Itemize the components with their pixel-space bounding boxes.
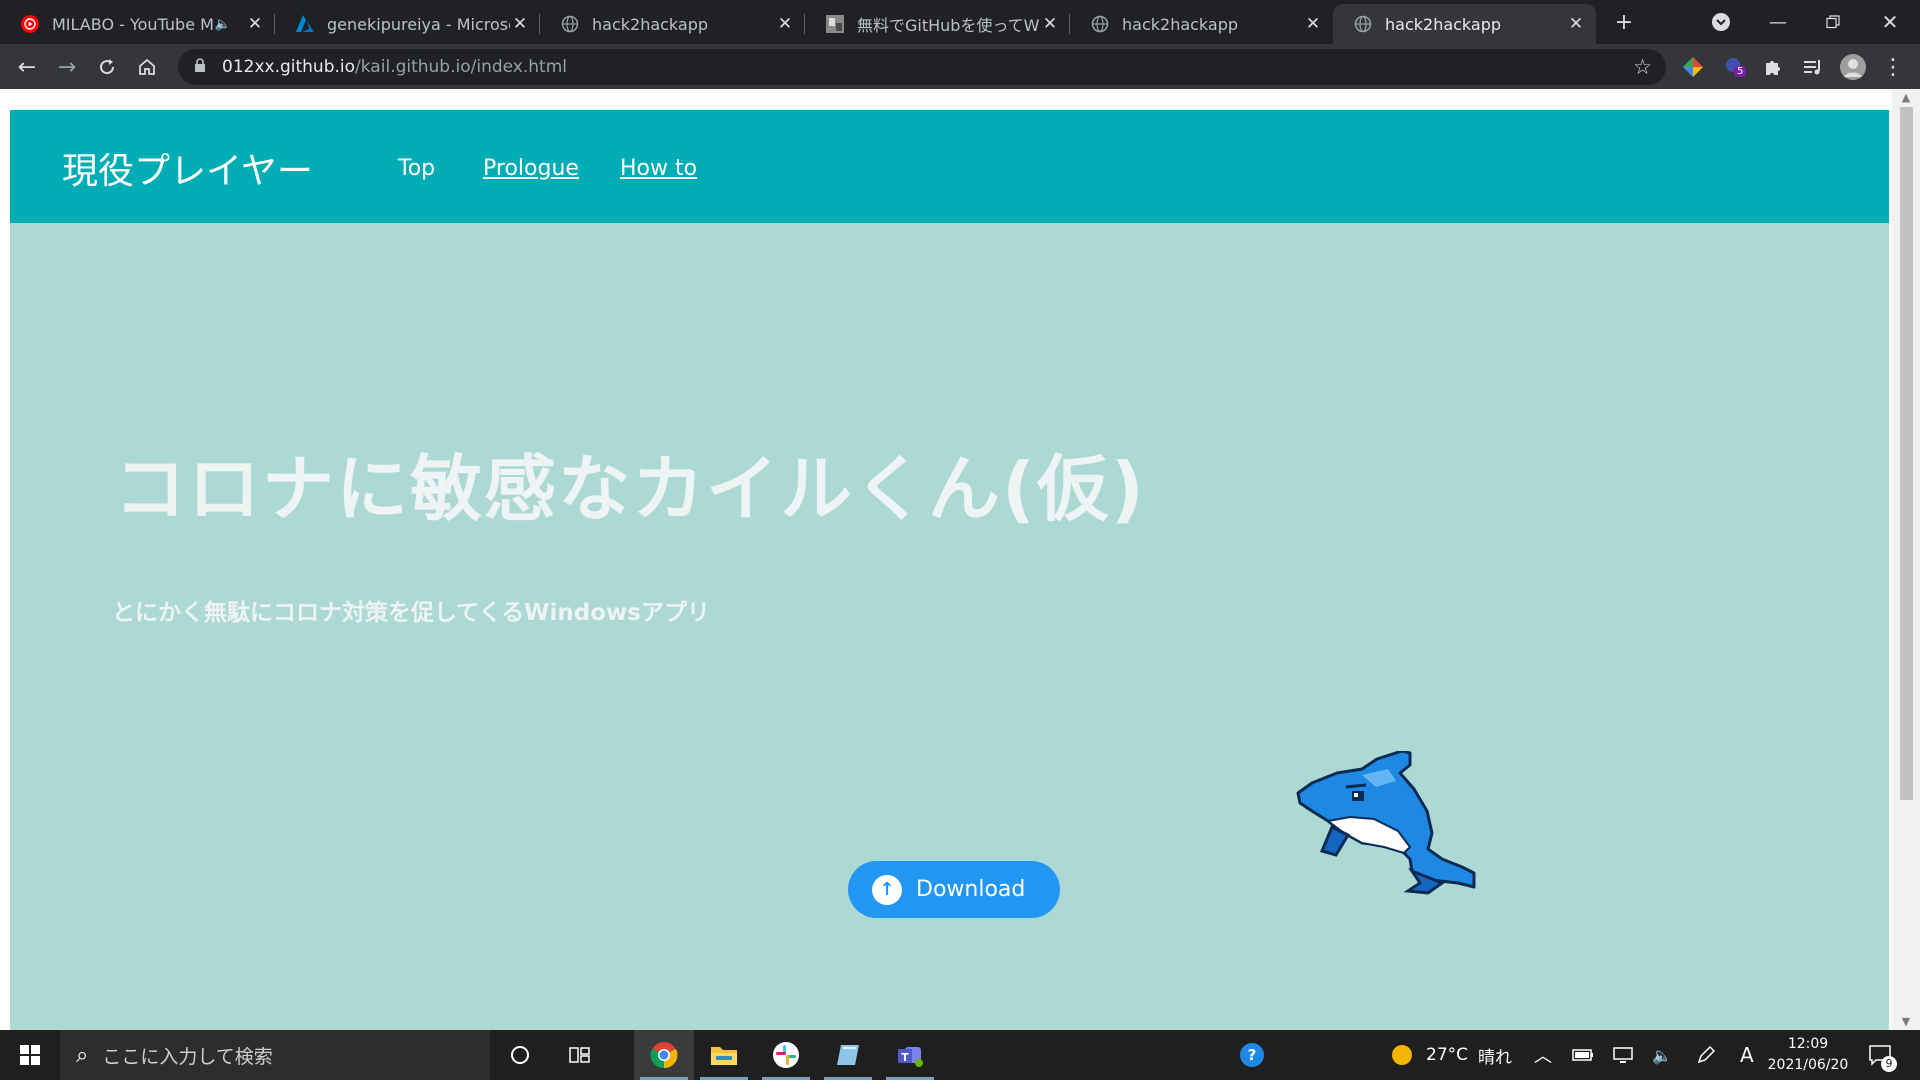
close-tab-icon[interactable]: ✕ bbox=[1303, 14, 1323, 34]
windows-taskbar: ⌕ ここに入力して検索 T ? 27°C 晴れ ︿ 🔈 A 12:09 2021… bbox=[0, 1030, 1920, 1080]
page-body: 現役プレイヤー Top Prologue How to コロナに敏感なカイルくん… bbox=[10, 110, 1889, 1030]
pen-icon[interactable] bbox=[1696, 1030, 1716, 1080]
weather-temperature: 27°C bbox=[1426, 1045, 1469, 1065]
network-icon[interactable] bbox=[1612, 1030, 1634, 1080]
tab-hack2hackapp-1[interactable]: hack2hackapp ✕ bbox=[540, 4, 805, 44]
thumbnail-icon bbox=[825, 14, 845, 34]
browser-toolbar: ← → 012xx.github.io/kail.github.io/index… bbox=[0, 44, 1920, 89]
nav-link-prologue[interactable]: Prologue bbox=[483, 156, 579, 181]
svg-text:T: T bbox=[901, 1051, 909, 1064]
svg-text:?: ? bbox=[1248, 1046, 1257, 1064]
tab-title: MILABO - YouTube Music bbox=[52, 14, 215, 34]
clock-time: 12:09 bbox=[1787, 1036, 1829, 1052]
dolphin-mascot-icon bbox=[1296, 751, 1476, 895]
weather-condition: 晴れ bbox=[1478, 1047, 1513, 1068]
download-label: Download bbox=[916, 877, 1026, 902]
site-brand[interactable]: 現役プレイヤー bbox=[62, 142, 313, 194]
task-view-icon[interactable] bbox=[550, 1030, 610, 1080]
tab-search-icon[interactable] bbox=[1703, 6, 1739, 38]
extension-badge-icon[interactable]: 5 bbox=[1722, 54, 1748, 80]
globe-icon bbox=[560, 14, 580, 34]
close-tab-icon[interactable]: ✕ bbox=[1040, 14, 1060, 34]
tab-azure[interactable]: genekipureiya - Microsoft Azure ✕ bbox=[275, 4, 540, 44]
tab-title: hack2hackapp bbox=[1385, 14, 1502, 34]
page-viewport: 現役プレイヤー Top Prologue How to コロナに敏感なカイルくん… bbox=[0, 89, 1920, 1030]
download-button[interactable]: ↑ Download bbox=[848, 861, 1060, 918]
tab-hack2hackapp-2[interactable]: hack2hackapp ✕ bbox=[1070, 4, 1333, 44]
tab-youtube-music[interactable]: MILABO - YouTube Music 🔈 ✕ bbox=[0, 4, 275, 44]
azure-icon bbox=[295, 14, 315, 34]
clock-date: 2021/06/20 bbox=[1767, 1057, 1849, 1073]
nav-link-top[interactable]: Top bbox=[398, 156, 435, 181]
ime-indicator[interactable]: A bbox=[1740, 1030, 1754, 1080]
notifications-icon[interactable]: 9 bbox=[1868, 1030, 1897, 1080]
restore-window-icon[interactable] bbox=[1815, 6, 1851, 38]
start-button[interactable] bbox=[0, 1030, 60, 1080]
globe-icon bbox=[1090, 14, 1110, 34]
arrow-up-icon: ↑ bbox=[872, 874, 902, 905]
chrome-taskbar-icon[interactable] bbox=[634, 1030, 694, 1080]
home-icon[interactable] bbox=[130, 50, 164, 84]
globe-icon bbox=[1353, 14, 1373, 34]
extension-badge-count: 5 bbox=[1734, 66, 1747, 77]
speaker-icon[interactable]: 🔈 bbox=[215, 17, 231, 32]
teams-icon[interactable]: T bbox=[880, 1030, 940, 1080]
scrollbar-thumb[interactable] bbox=[1900, 107, 1913, 800]
tab-title: 無料でGitHubを使ってWEBサイト bbox=[857, 16, 1040, 35]
url-path: /kail.github.io/index.html bbox=[355, 57, 567, 77]
scroll-up-arrow-icon[interactable]: ▲ bbox=[1892, 91, 1920, 104]
address-bar[interactable]: 012xx.github.io/kail.github.io/index.htm… bbox=[178, 49, 1666, 85]
bookmark-star-icon[interactable]: ☆ bbox=[1633, 55, 1652, 79]
tab-title: hack2hackapp bbox=[1122, 14, 1239, 34]
system-clock[interactable]: 12:09 2021/06/20 bbox=[1760, 1034, 1856, 1076]
weather-widget[interactable]: 27°C 晴れ bbox=[1390, 1030, 1512, 1080]
search-placeholder: ここに入力して検索 bbox=[102, 1045, 273, 1068]
sun-icon bbox=[1392, 1045, 1412, 1065]
puzzle-extensions-icon[interactable] bbox=[1760, 54, 1786, 80]
close-tab-icon[interactable]: ✕ bbox=[245, 14, 265, 34]
hero-title: コロナに敏感なカイルくん(仮) bbox=[114, 447, 1146, 531]
hero-subtitle: とにかく無駄にコロナ対策を促してくるWindowsアプリ bbox=[112, 600, 710, 626]
site-header: 現役プレイヤー Top Prologue How to bbox=[10, 110, 1889, 223]
tab-title: hack2hackapp bbox=[592, 14, 709, 34]
tab-hack2hackapp-active[interactable]: hack2hackapp ✕ bbox=[1333, 4, 1596, 44]
back-arrow-icon[interactable]: ← bbox=[10, 50, 44, 84]
youtube-music-icon bbox=[20, 14, 40, 34]
close-tab-icon[interactable]: ✕ bbox=[510, 14, 530, 34]
battery-icon[interactable] bbox=[1572, 1030, 1594, 1080]
color-extension-icon[interactable] bbox=[1680, 54, 1706, 80]
tab-title: genekipureiya - Microsoft Azure bbox=[327, 14, 510, 34]
cortana-icon[interactable] bbox=[490, 1030, 550, 1080]
minimize-icon[interactable]: — bbox=[1760, 6, 1796, 38]
media-queue-icon[interactable] bbox=[1800, 54, 1826, 80]
help-tray-icon[interactable]: ? bbox=[1238, 1030, 1266, 1080]
lock-icon[interactable] bbox=[194, 57, 212, 77]
forward-arrow-icon[interactable]: → bbox=[50, 50, 84, 84]
url-host: 012xx.github.io bbox=[222, 57, 356, 77]
close-tab-icon[interactable]: ✕ bbox=[1566, 14, 1586, 34]
scroll-down-arrow-icon[interactable]: ▼ bbox=[1892, 1015, 1920, 1028]
volume-icon[interactable]: 🔈 bbox=[1652, 1030, 1672, 1080]
new-tab-button[interactable]: + bbox=[1606, 6, 1642, 38]
tab-strip: MILABO - YouTube Music 🔈 ✕ genekipureiya… bbox=[0, 0, 1920, 44]
close-window-icon[interactable]: ✕ bbox=[1872, 6, 1908, 38]
show-hidden-icons-chevron-icon[interactable]: ︿ bbox=[1534, 1030, 1552, 1080]
notebook-app-icon[interactable] bbox=[818, 1030, 878, 1080]
taskbar-search-box[interactable]: ⌕ ここに入力して検索 bbox=[60, 1030, 490, 1080]
page-scrollbar[interactable]: ▲ ▼ bbox=[1892, 89, 1920, 1030]
windows-logo-icon bbox=[20, 1045, 40, 1065]
tab-github-article[interactable]: 無料でGitHubを使ってWEBサイト ✕ bbox=[805, 4, 1070, 44]
search-icon: ⌕ bbox=[76, 1042, 89, 1068]
kebab-menu-icon[interactable]: ⋮ bbox=[1880, 54, 1906, 80]
file-explorer-icon[interactable] bbox=[694, 1030, 754, 1080]
nav-link-how-to[interactable]: How to bbox=[620, 156, 697, 181]
slack-icon[interactable] bbox=[756, 1030, 816, 1080]
close-tab-icon[interactable]: ✕ bbox=[775, 14, 795, 34]
reload-icon[interactable] bbox=[90, 50, 124, 84]
profile-avatar[interactable] bbox=[1840, 54, 1866, 80]
notification-count: 9 bbox=[1881, 1056, 1897, 1072]
